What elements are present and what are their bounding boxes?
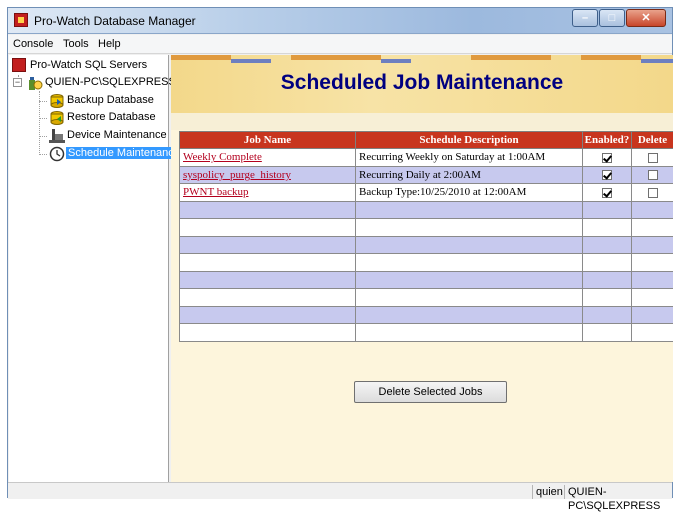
menu-tools[interactable]: Tools	[63, 38, 89, 50]
enabled-checkbox[interactable]	[602, 188, 612, 198]
restore-database-icon	[49, 110, 63, 124]
delete-checkbox[interactable]	[648, 170, 658, 180]
schedule-description: Backup Type:10/25/2010 at 12:00AM	[356, 184, 583, 202]
empty-row	[180, 306, 673, 324]
tree-item-restore-label: Restore Database	[67, 111, 156, 123]
empty-row	[180, 254, 673, 272]
window-controls: – □ ✕	[571, 9, 666, 28]
enabled-checkbox[interactable]	[602, 170, 612, 180]
column-header-delete[interactable]: Delete	[632, 132, 673, 149]
backup-database-icon	[49, 93, 63, 107]
column-header-enabled[interactable]: Enabled?	[583, 132, 632, 149]
table-header-row: Job Name Schedule Description Enabled? D…	[180, 132, 673, 149]
empty-row	[180, 289, 673, 307]
column-header-schedule[interactable]: Schedule Description	[356, 132, 583, 149]
empty-row	[180, 219, 673, 237]
device-maintenance-icon	[49, 128, 63, 142]
empty-row	[180, 324, 673, 342]
close-button[interactable]: ✕	[626, 9, 666, 27]
status-user: quien	[532, 485, 566, 499]
job-name-link[interactable]: Weekly Complete	[183, 151, 262, 163]
tree-item-backup-label: Backup Database	[67, 94, 154, 106]
tree-server-label: QUIEN-PC\SQLEXPRESS	[45, 76, 176, 88]
clock-icon	[49, 146, 63, 160]
maximize-button[interactable]: □	[599, 9, 625, 27]
app-icon	[14, 13, 28, 27]
empty-row	[180, 201, 673, 219]
delete-checkbox[interactable]	[648, 153, 658, 163]
main-content: Scheduled Job Maintenance Job Name Sched…	[171, 55, 673, 482]
navigation-tree: Pro-Watch SQL Servers − QUIEN-PC\SQLEXPR…	[9, 55, 169, 482]
jobs-table: Job Name Schedule Description Enabled? D…	[179, 131, 673, 342]
tree-item-schedule-maintenance-label: Schedule Maintenance	[66, 147, 182, 159]
schedule-description: Recurring Weekly on Saturday at 1:00AM	[356, 149, 583, 167]
menu-help[interactable]: Help	[98, 38, 121, 50]
delete-selected-jobs-button[interactable]: Delete Selected Jobs	[354, 381, 507, 403]
enabled-checkbox[interactable]	[602, 153, 612, 163]
column-header-job-name[interactable]: Job Name	[180, 132, 356, 149]
job-name-link[interactable]: syspolicy_purge_history	[183, 169, 291, 181]
empty-row	[180, 236, 673, 254]
menu-bar: Console Tools Help	[8, 35, 672, 54]
menu-console[interactable]: Console	[13, 38, 53, 50]
database-server-icon	[27, 75, 41, 89]
page-banner: Scheduled Job Maintenance	[171, 55, 673, 113]
status-server: QUIEN-PC\SQLEXPRESS	[564, 485, 672, 499]
table-row: Weekly Complete Recurring Weekly on Satu…	[180, 149, 673, 167]
table-row: syspolicy_purge_history Recurring Daily …	[180, 166, 673, 184]
table-row: PWNT backup Backup Type:10/25/2010 at 12…	[180, 184, 673, 202]
window-title: Pro-Watch Database Manager	[34, 14, 196, 28]
empty-row	[180, 271, 673, 289]
delete-checkbox[interactable]	[648, 188, 658, 198]
collapse-icon[interactable]: −	[13, 78, 22, 87]
server-group-icon	[12, 58, 26, 72]
schedule-description: Recurring Daily at 2:00AM	[356, 166, 583, 184]
tree-item-device-maintenance-label: Device Maintenance	[67, 129, 167, 141]
banner-band	[171, 113, 673, 130]
app-window: Pro-Watch Database Manager – □ ✕ Console…	[7, 7, 673, 498]
minimize-button[interactable]: –	[572, 9, 598, 27]
page-title: Scheduled Job Maintenance	[171, 71, 673, 95]
tree-root-label: Pro-Watch SQL Servers	[30, 59, 147, 71]
status-bar: quien QUIEN-PC\SQLEXPRESS	[8, 482, 672, 499]
job-name-link[interactable]: PWNT backup	[183, 186, 248, 198]
title-bar[interactable]: Pro-Watch Database Manager – □ ✕	[8, 8, 672, 34]
